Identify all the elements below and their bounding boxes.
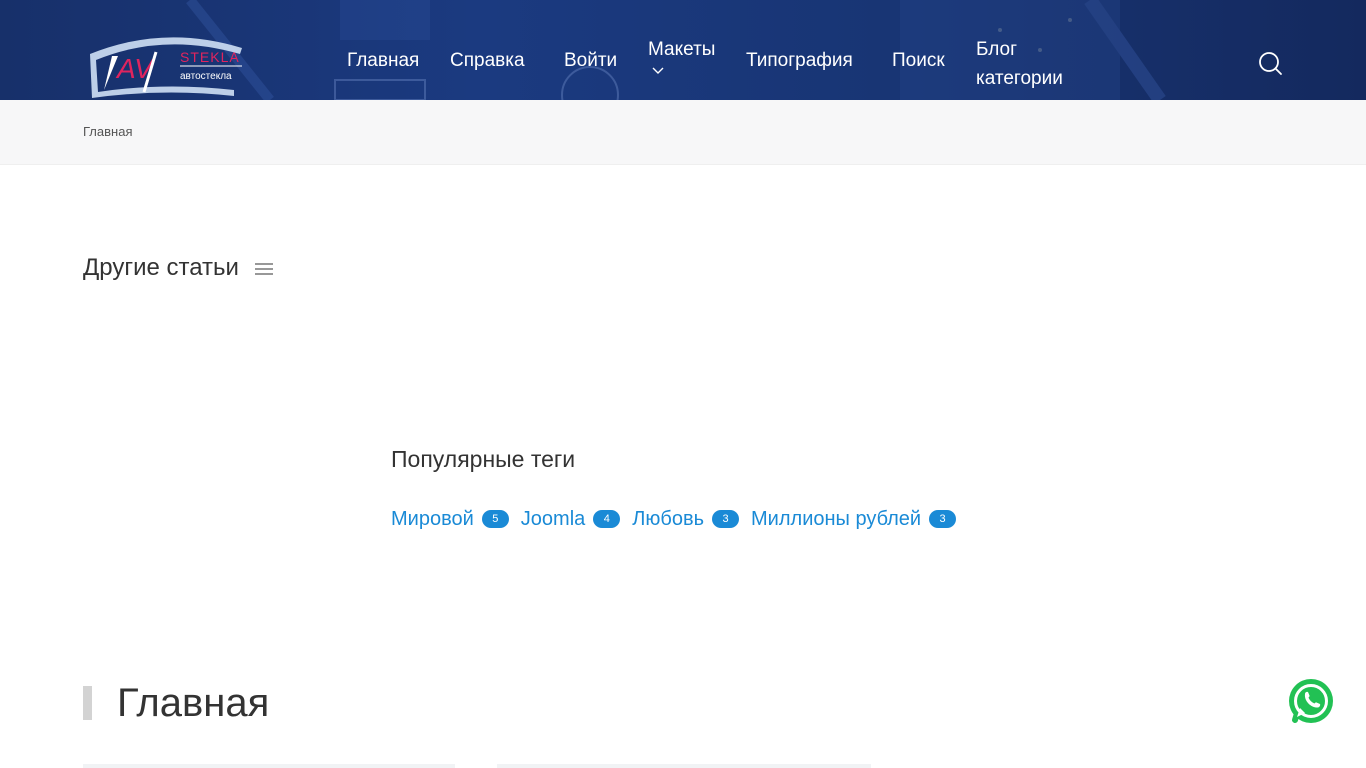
- nav-item-layouts[interactable]: Макеты: [648, 35, 715, 78]
- tag-label[interactable]: Любовь: [632, 505, 704, 533]
- nav-item-home[interactable]: Главная: [347, 46, 419, 75]
- hamburger-icon[interactable]: [252, 258, 276, 280]
- tag-item[interactable]: Joomla 4: [521, 505, 621, 533]
- popular-tags-title: Популярные теги: [391, 446, 576, 472]
- nav-item-search[interactable]: Поиск: [892, 46, 945, 75]
- tag-item[interactable]: Любовь 3: [632, 505, 740, 533]
- breadcrumb: Главная: [0, 100, 1366, 165]
- tag-count-badge: 4: [593, 510, 621, 528]
- tag-count-badge: 3: [929, 510, 957, 528]
- nav-item-blog-categories[interactable]: Блог категории: [976, 35, 1086, 93]
- search-icon[interactable]: [1257, 50, 1283, 76]
- nav-item-help[interactable]: Справка: [450, 46, 525, 75]
- main-navigation: Главная Справка Войти Макеты Типография …: [0, 0, 1366, 100]
- tag-label[interactable]: Joomla: [521, 505, 585, 533]
- chevron-down-icon: [652, 67, 664, 74]
- tag-item[interactable]: Мировой 5: [391, 505, 509, 533]
- breadcrumb-item-home[interactable]: Главная: [83, 124, 132, 139]
- article-card[interactable]: [497, 764, 871, 768]
- site-header: AV STEKLA автостекла Главная Справка Вой…: [0, 0, 1366, 100]
- article-card[interactable]: [83, 764, 455, 768]
- other-articles-title: Другие статьи: [83, 254, 239, 281]
- tag-label[interactable]: Мировой: [391, 505, 474, 533]
- popular-tags-list: Мировой 5 Joomla 4 Любовь 3 Миллионы руб…: [391, 505, 968, 533]
- whatsapp-icon[interactable]: [1286, 676, 1336, 726]
- nav-item-layouts-label: Макеты: [648, 39, 716, 60]
- page-title: Главная: [117, 681, 270, 725]
- tag-item[interactable]: Миллионы рублей 3: [751, 505, 957, 533]
- tag-count-badge: 5: [481, 510, 509, 528]
- tag-label[interactable]: Миллионы рублей: [751, 505, 921, 533]
- tag-count-badge: 3: [712, 510, 740, 528]
- nav-item-login[interactable]: Войти: [564, 46, 617, 75]
- heading-accent-bar: [83, 686, 92, 720]
- nav-item-typography[interactable]: Типография: [746, 46, 853, 75]
